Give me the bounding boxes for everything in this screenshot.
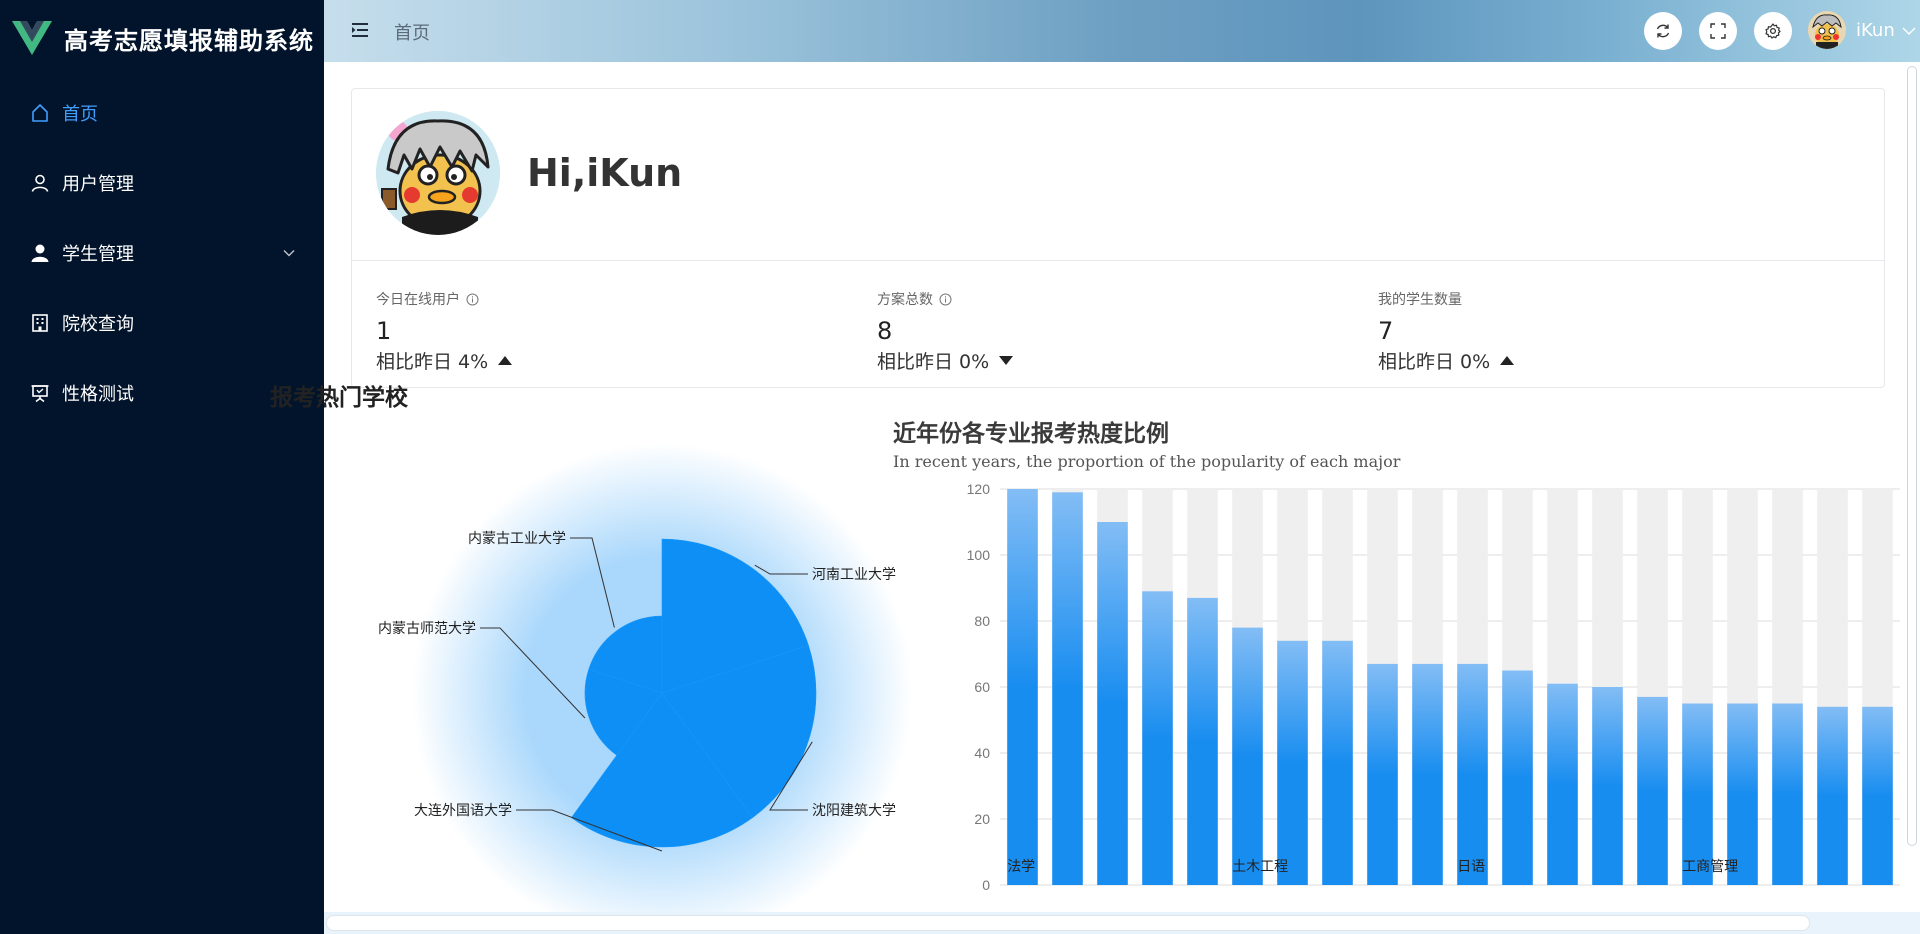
greeting-text: Hi,iKun — [527, 151, 683, 195]
sidebar-item-college-search[interactable]: 院校查询 — [0, 288, 324, 358]
sidebar-menu: 首页 用户管理 学生管理 院校查询 性格测试 — [0, 78, 324, 428]
top-header: 首页 iKun — [324, 0, 1920, 62]
stat-compare-text: 相比昨日 0% — [1378, 351, 1491, 373]
stat-compare: 相比昨日 4% — [376, 347, 836, 374]
stat-compare-text: 相比昨日 0% — [877, 351, 990, 373]
sidebar-item-label: 首页 — [62, 104, 98, 125]
user-avatar-large — [376, 111, 500, 235]
stat-label-text: 今日在线用户 — [376, 292, 460, 308]
sidebar-item-home[interactable]: 首页 — [0, 78, 324, 148]
stat-label: 我的学生数量 — [1378, 289, 1838, 309]
pie-label: 大连外国语大学 — [414, 802, 512, 818]
sidebar-item-label: 用户管理 — [62, 174, 134, 195]
popular-schools-pie-chart: 河南工业大学沈阳建筑大学 大连外国语大学 内蒙古师范大学 内蒙古工业大学 — [378, 443, 912, 912]
chevron-down-icon[interactable] — [1902, 26, 1916, 36]
stat-value: 8 — [877, 317, 893, 345]
info-icon[interactable] — [466, 293, 479, 306]
vue-logo-icon — [12, 21, 52, 55]
stat-compare-text: 相比昨日 4% — [376, 351, 489, 373]
avatar-image — [376, 111, 500, 235]
vertical-scrollbar[interactable] — [1904, 62, 1920, 912]
brand[interactable]: 高考志愿填报辅助系统 — [0, 0, 324, 76]
caret-up-icon — [498, 356, 513, 365]
caret-down-icon — [999, 356, 1014, 365]
office-building-icon — [30, 313, 50, 333]
bar-chart-title: 近年份各专业报考热度比例 — [893, 421, 1169, 447]
stat-total-plans: 方案总数 8 相比昨日 0% — [877, 289, 1337, 374]
user-name[interactable]: iKun — [1856, 20, 1895, 41]
caret-up-icon — [1500, 356, 1515, 365]
scroll-thumb[interactable] — [326, 915, 1810, 931]
refresh-icon — [1656, 24, 1670, 38]
stat-compare: 相比昨日 0% — [1378, 347, 1838, 374]
bar-chart-subtitle: In recent years, the proportion of the p… — [893, 452, 1401, 471]
stat-label: 今日在线用户 — [376, 289, 836, 309]
avatar-image — [1808, 11, 1846, 49]
info-icon[interactable] — [939, 293, 952, 306]
stat-my-students: 我的学生数量 7 相比昨日 0% — [1378, 289, 1838, 374]
scroll-thumb[interactable] — [1907, 66, 1917, 846]
stat-online-users: 今日在线用户 1 相比昨日 4% — [376, 289, 836, 374]
home-icon — [30, 103, 50, 123]
stat-value: 7 — [1378, 317, 1394, 345]
breadcrumb[interactable]: 首页 — [394, 19, 430, 45]
chevron-down-icon — [283, 250, 295, 257]
pie-label: 内蒙古师范大学 — [378, 620, 476, 636]
pie-label: 内蒙古工业大学 — [468, 530, 566, 546]
stat-value: 1 — [376, 317, 392, 345]
pie-label: 沈阳建筑大学 — [812, 802, 896, 818]
setting-icon — [1765, 23, 1781, 39]
user-avatar[interactable] — [1808, 11, 1846, 49]
pie-label: 河南工业大学 — [812, 566, 896, 582]
stat-compare: 相比昨日 0% — [877, 347, 1337, 374]
fullscreen-button[interactable] — [1699, 12, 1737, 50]
sidebar-item-label: 院校查询 — [62, 314, 134, 335]
app-title: 高考志愿填报辅助系统 — [64, 26, 314, 55]
menu-fold-icon[interactable] — [352, 22, 370, 38]
sidebar-item-user-management[interactable]: 用户管理 — [0, 148, 324, 218]
sidebar-item-label: 学生管理 — [62, 244, 134, 265]
user-solid-icon — [30, 243, 50, 263]
welcome-card: Hi,iKun 今日在线用户 1 相比昨日 4% 方案总数 8 相比昨日 0% — [351, 88, 1885, 388]
user-icon — [30, 173, 50, 193]
horizontal-scrollbar[interactable] — [324, 912, 1920, 934]
settings-button[interactable] — [1754, 12, 1792, 50]
welcome-header: Hi,iKun — [352, 89, 1884, 261]
stat-label: 方案总数 — [877, 289, 1337, 309]
stat-label-text: 方案总数 — [877, 292, 933, 308]
stat-label-text: 我的学生数量 — [1378, 292, 1462, 308]
fullscreen-icon — [1710, 23, 1726, 39]
refresh-button[interactable] — [1644, 12, 1682, 50]
sidebar-item-student-management[interactable]: 学生管理 — [0, 218, 324, 288]
